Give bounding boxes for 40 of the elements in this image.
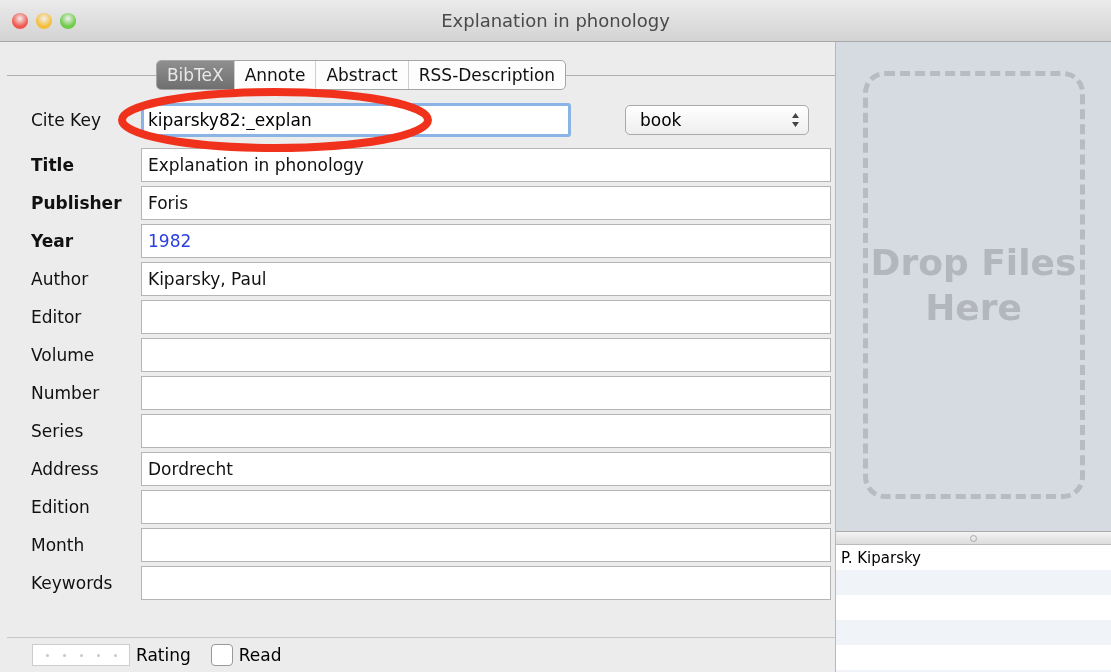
field-label: Edition [31,497,91,517]
field-label: Address [31,459,100,479]
rating-control[interactable] [32,644,130,666]
author-name[interactable]: P. Kiparsky [841,548,921,567]
field-label: Publisher [31,193,123,213]
input-field[interactable]: Foris [141,186,831,220]
input-field[interactable] [141,338,831,372]
input-field[interactable]: Dordrecht [141,452,831,486]
tab[interactable]: Annote [234,61,317,89]
window-control-icon[interactable] [60,12,76,29]
field-label: Editor [31,307,83,327]
type-popup[interactable]: book [625,105,809,135]
input-field[interactable]: Kiparsky, Paul [141,262,831,296]
cite-key-field[interactable]: kiparsky82:_explan [141,103,571,137]
field-label: Volume [31,345,96,365]
rating-label: Rating [136,645,191,665]
window-title: Explanation in phonology [441,10,670,31]
field-label: Number [31,383,101,403]
field-label: Title [31,155,75,175]
window-control-icon[interactable] [12,12,28,29]
read-label: Read [238,645,282,665]
field-label: Year [31,231,75,251]
tab[interactable]: Abstract [316,61,409,89]
input-field[interactable] [141,414,831,448]
input-field[interactable] [141,490,831,524]
input-field[interactable]: 1982 [141,224,831,258]
field-label: Month [31,535,86,555]
stepper-icon [791,112,800,128]
window-control-icon[interactable] [36,12,52,29]
input-field[interactable] [141,376,831,410]
read-checkbox[interactable] [210,644,233,666]
tab[interactable]: RSS-Description [408,61,566,89]
field-label: Cite Key [31,110,102,130]
field-label: Author [31,269,90,289]
field-label: Keywords [31,573,114,593]
input-field[interactable] [141,528,831,562]
input-field[interactable]: Explanation in phonology [141,148,831,182]
input-field[interactable] [141,566,831,600]
field-label: Series [31,421,85,441]
input-field[interactable] [141,300,831,334]
